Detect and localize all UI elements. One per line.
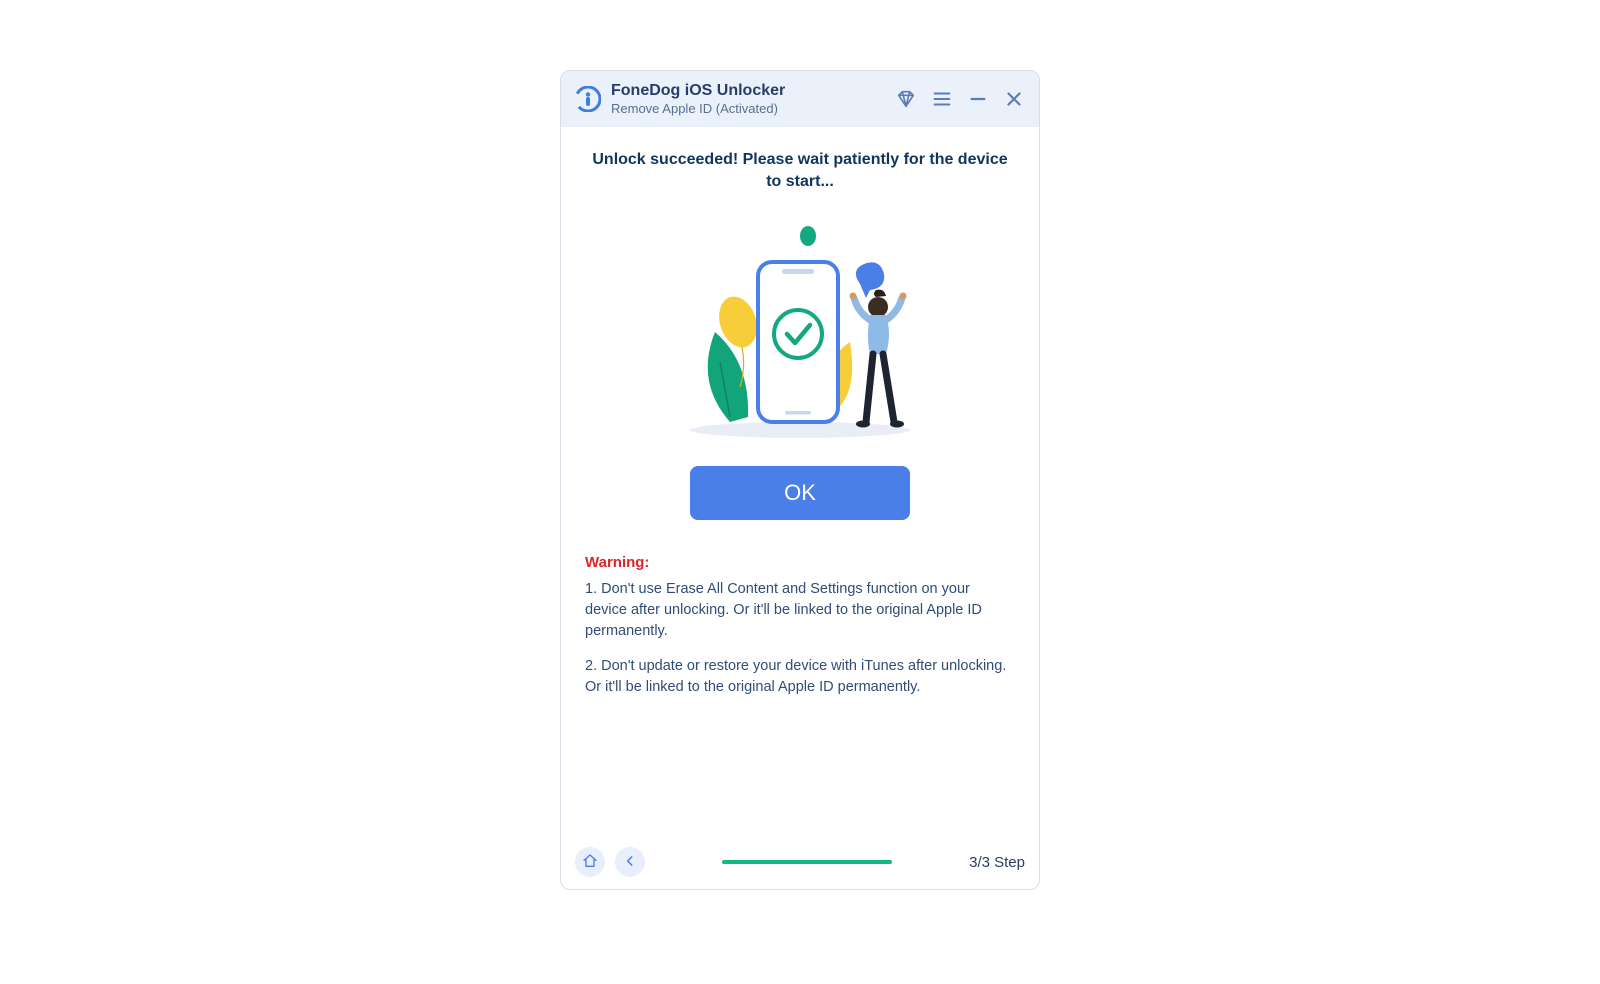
titlebar: FoneDog iOS Unlocker Remove Apple ID (Ac… (561, 71, 1039, 127)
success-illustration (660, 212, 940, 442)
close-icon[interactable] (1003, 88, 1025, 110)
app-window: FoneDog iOS Unlocker Remove Apple ID (Ac… (560, 70, 1040, 890)
menu-icon[interactable] (931, 88, 953, 110)
headline: Unlock succeeded! Please wait patiently … (590, 149, 1010, 194)
diamond-icon[interactable] (895, 88, 917, 110)
back-button[interactable] (615, 847, 645, 877)
minimize-icon[interactable] (967, 88, 989, 110)
app-logo-icon (575, 86, 601, 112)
progress-bar (722, 860, 892, 864)
footer-buttons (575, 847, 645, 877)
app-subtitle: Remove Apple ID (Activated) (611, 101, 895, 117)
warning-block: Warning: 1. Don't use Erase All Content … (579, 554, 1021, 712)
title-texts: FoneDog iOS Unlocker Remove Apple ID (Ac… (611, 81, 895, 117)
footer: 3/3 Step (561, 843, 1039, 889)
content-area: Unlock succeeded! Please wait patiently … (561, 127, 1039, 843)
warning-item-1: 1. Don't use Erase All Content and Setti… (585, 579, 1015, 642)
titlebar-controls (895, 88, 1025, 110)
home-button[interactable] (575, 847, 605, 877)
warning-label: Warning: (585, 554, 1015, 571)
home-icon (582, 853, 598, 872)
app-title: FoneDog iOS Unlocker (611, 81, 895, 101)
step-label: 3/3 Step (969, 854, 1025, 871)
back-icon (623, 854, 637, 871)
ok-button[interactable]: OK (690, 466, 910, 520)
warning-item-2: 2. Don't update or restore your device w… (585, 656, 1015, 698)
progress-bar-wrap (645, 860, 969, 864)
